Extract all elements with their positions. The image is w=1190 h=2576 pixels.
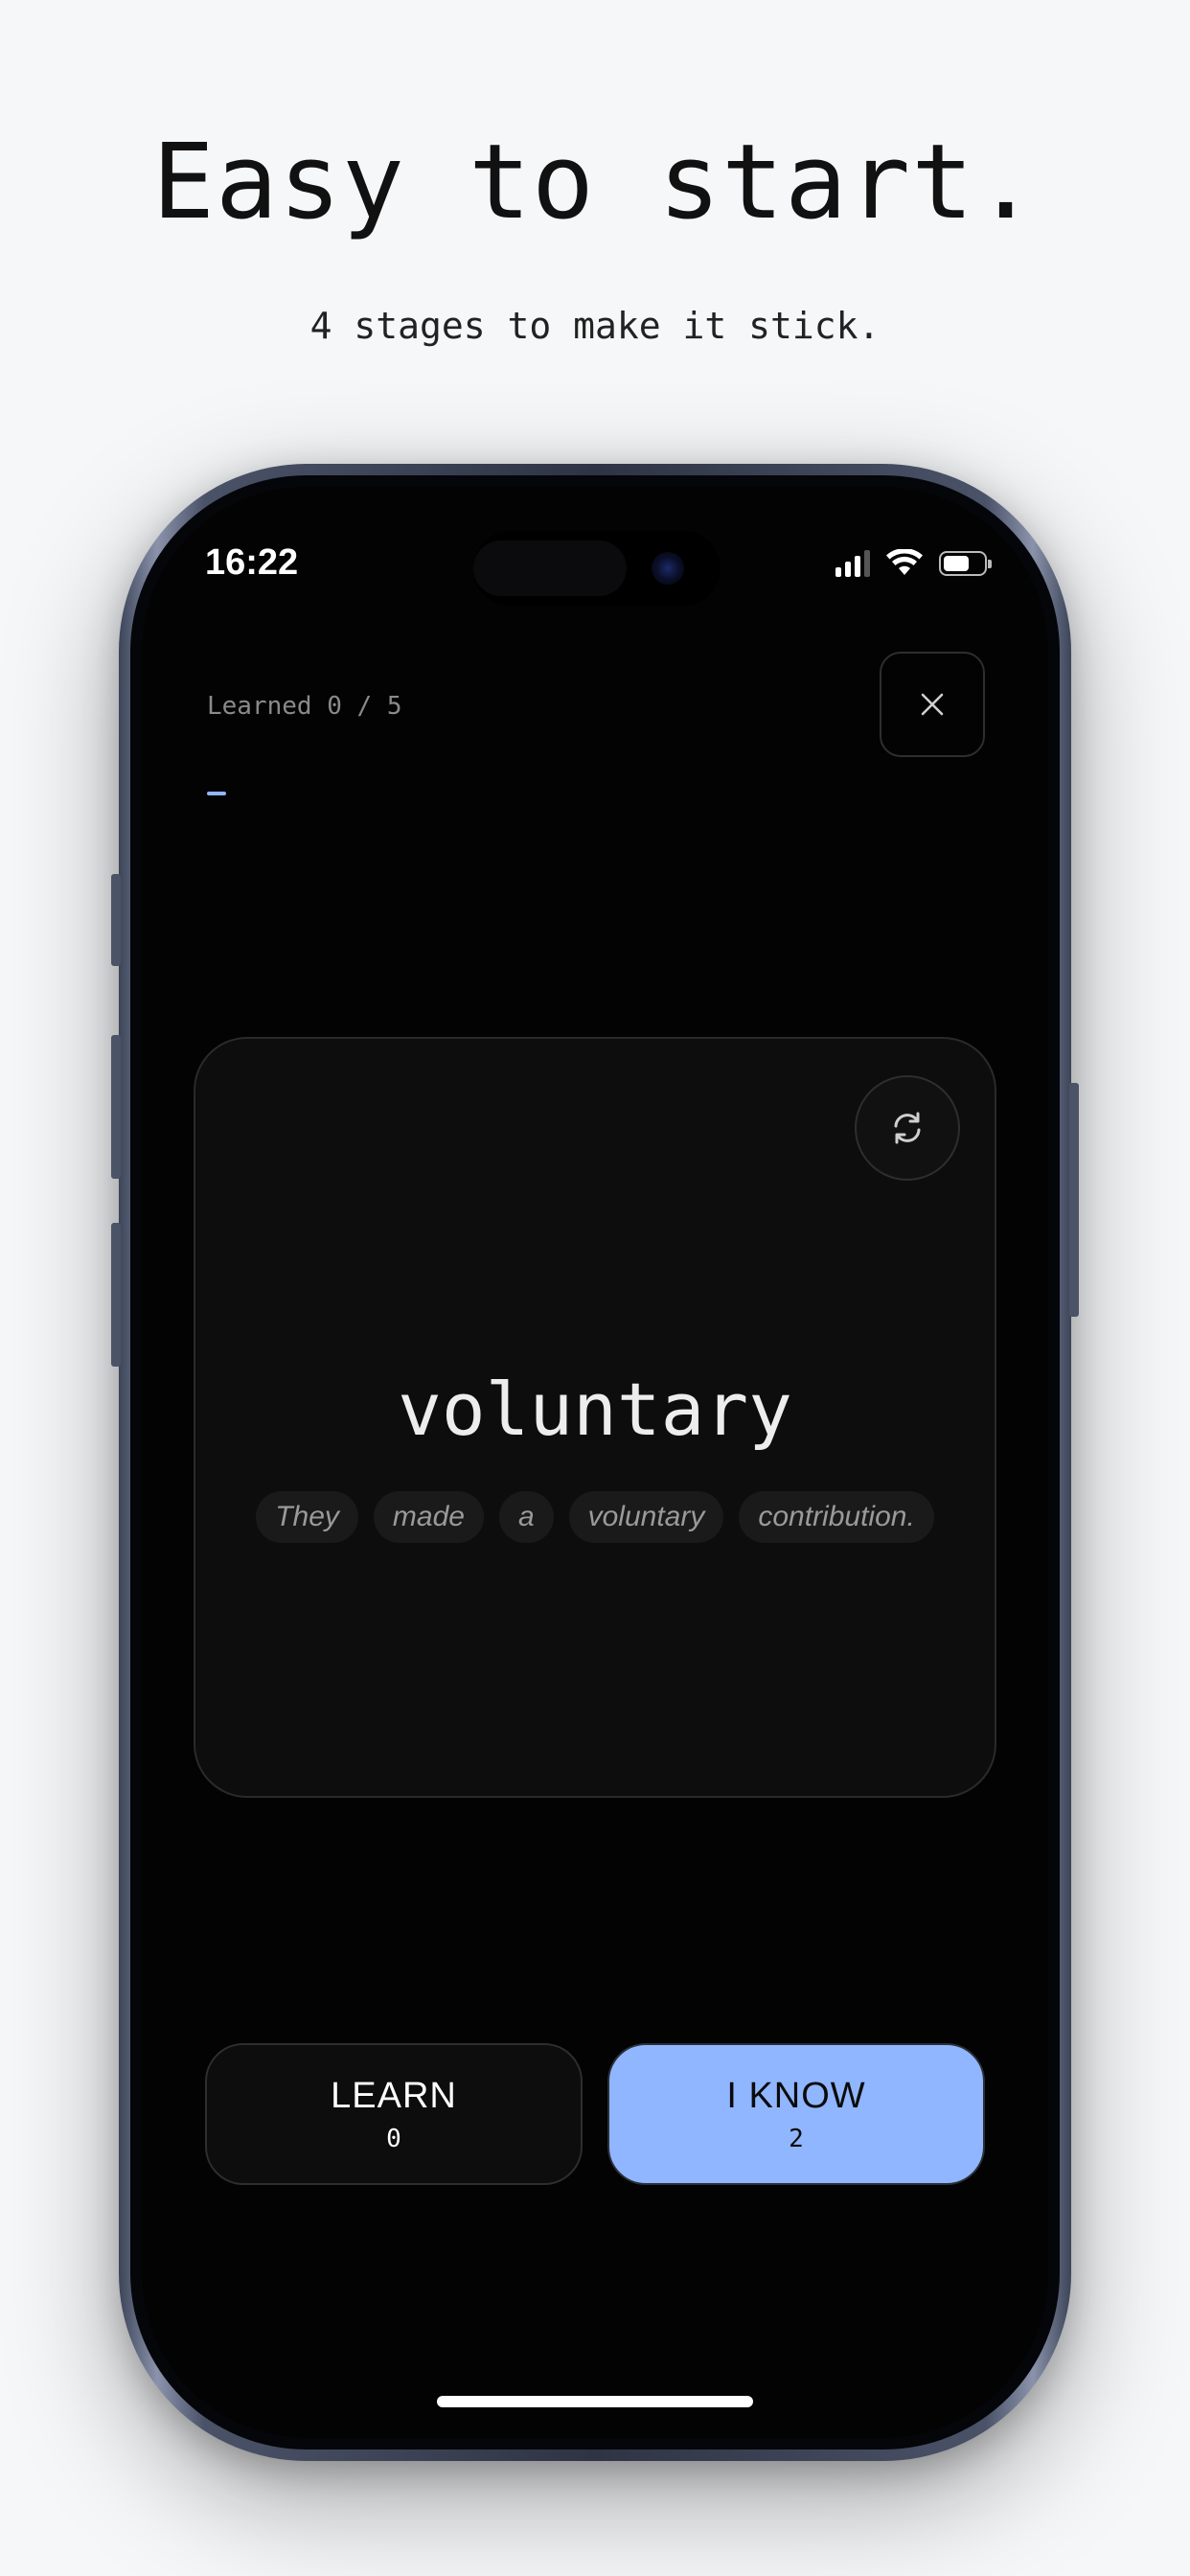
status-time: 16:22 <box>205 542 299 583</box>
example-sentence: They made a voluntary contribution. <box>195 1491 995 1543</box>
i-know-button[interactable]: I KNOW 2 <box>607 2043 985 2185</box>
dynamic-island <box>473 531 721 606</box>
flip-card-button[interactable] <box>855 1075 960 1181</box>
example-word-chip[interactable]: voluntary <box>568 1491 724 1543</box>
learn-button-label: LEARN <box>331 2075 457 2116</box>
home-indicator[interactable] <box>437 2396 753 2407</box>
example-word-chip[interactable]: They <box>256 1491 358 1543</box>
action-button <box>111 874 121 966</box>
close-icon <box>921 693 944 716</box>
flip-refresh-icon <box>894 1112 921 1144</box>
volume-up-button <box>111 1035 121 1179</box>
wifi-icon <box>886 549 923 575</box>
front-camera-icon <box>652 552 684 585</box>
volume-down-button <box>111 1223 121 1367</box>
example-word-chip[interactable]: contribution. <box>739 1491 934 1543</box>
i-know-count: 2 <box>789 2124 804 2153</box>
cellular-signal-icon <box>835 550 870 577</box>
learn-button[interactable]: LEARN 0 <box>205 2043 583 2185</box>
close-button[interactable] <box>880 652 985 757</box>
status-icons <box>835 544 992 583</box>
example-word-chip[interactable]: a <box>498 1491 554 1543</box>
learn-count: 0 <box>386 2124 401 2153</box>
learned-counter: Learned 0 / 5 <box>207 692 402 721</box>
phone-screen: 16:22 Learned 0 / 5 voluntary They made … <box>142 487 1048 2438</box>
learn-progress-bar <box>207 792 985 795</box>
battery-icon <box>939 551 992 576</box>
example-word-chip[interactable]: made <box>373 1491 484 1543</box>
marketing-subline: 4 stages to make it stick. <box>309 305 881 347</box>
power-button <box>1069 1083 1079 1317</box>
i-know-button-label: I KNOW <box>726 2075 866 2116</box>
island-sensor <box>473 540 627 596</box>
marketing-headline: Easy to start. <box>151 123 1039 242</box>
flashcard-word: voluntary <box>398 1367 792 1452</box>
learn-progress-fill <box>207 792 227 795</box>
flashcard[interactable]: voluntary They made a voluntary contribu… <box>194 1037 996 1798</box>
